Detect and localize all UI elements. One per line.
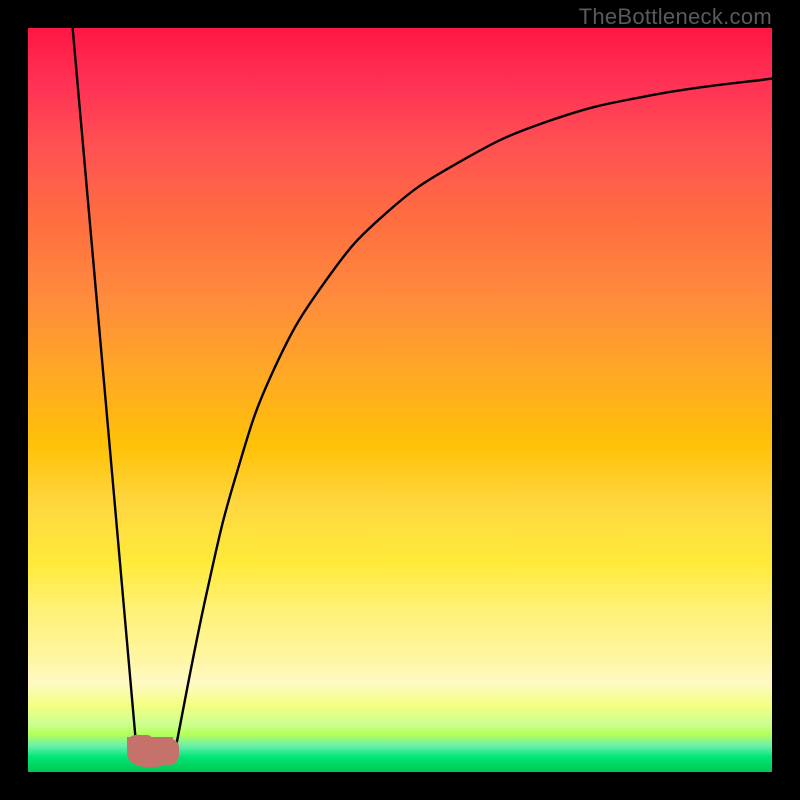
chart-plot-area xyxy=(28,28,772,772)
watermark-text: TheBottleneck.com xyxy=(579,4,772,30)
bottleneck-marker xyxy=(127,737,173,767)
bottleneck-curve xyxy=(28,28,772,772)
